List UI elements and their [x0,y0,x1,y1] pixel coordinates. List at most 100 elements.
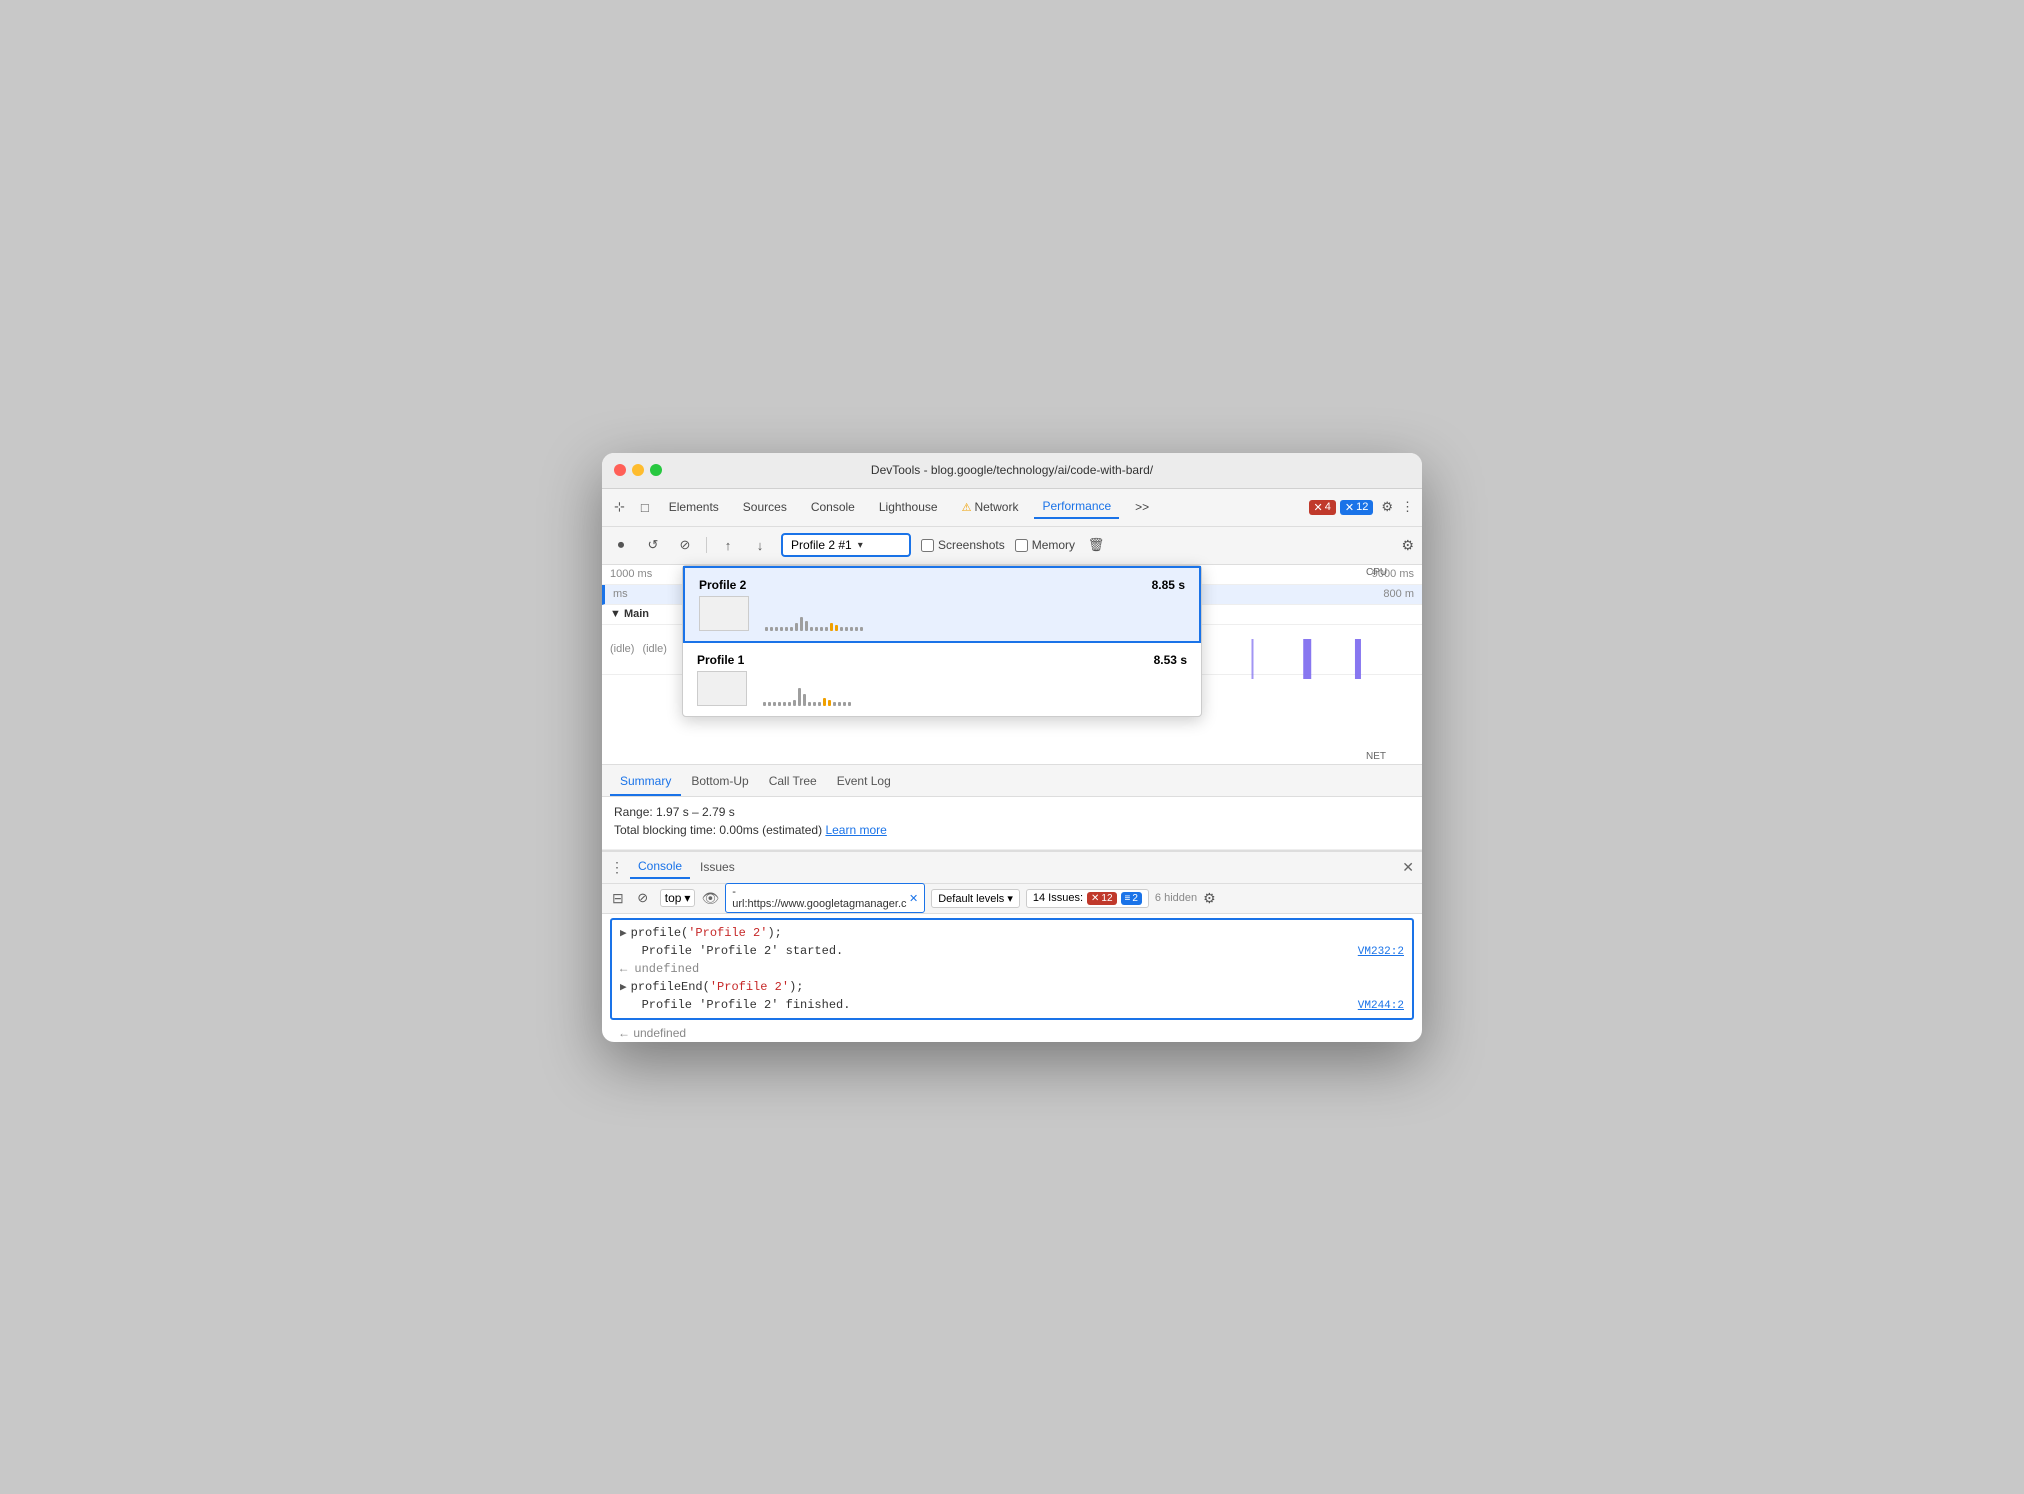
log-link-vm244[interactable]: VM244:2 [1358,1000,1404,1012]
console-tab-group: Console Issues [630,855,743,879]
clear-button[interactable]: ⊘ [674,534,696,556]
profile-1-name: Profile 1 [697,653,744,667]
tab-performance[interactable]: Performance [1034,495,1119,519]
tab-bottom-up[interactable]: Bottom-Up [681,768,758,796]
log-text-1b: ); [767,926,781,940]
spark-bar [810,627,813,631]
spark-bar [790,627,793,631]
profile-1-item[interactable]: Profile 1 8.53 s [683,643,1201,716]
ctab-console[interactable]: Console [630,855,690,879]
tab-event-log[interactable]: Event Log [827,768,901,796]
spark-bar [833,702,836,706]
tab-console[interactable]: Console [803,496,863,518]
spark-bar [813,702,816,706]
tab-more[interactable]: >> [1127,496,1157,518]
close-button[interactable] [614,464,626,476]
spark-bar [843,702,846,706]
filter-clear-button[interactable]: ⊘ [632,887,654,909]
device-button[interactable]: □ [637,498,653,517]
ctab-issues[interactable]: Issues [692,856,743,878]
screenshots-checkbox[interactable] [921,539,934,552]
warning-icon: ⚠ [962,501,972,514]
spark-bar [815,627,818,631]
profile-1-sparkline [763,671,1187,706]
traffic-lights [614,464,662,476]
spark-bar [805,621,808,631]
titlebar: DevTools - blog.google/technology/ai/cod… [602,453,1422,489]
idle-label-1: (idle) [610,643,634,655]
eye-button[interactable]: 👁 [701,890,719,907]
console-menu-button[interactable]: ⋮ [610,859,624,876]
perf-controls: ⏺ ↺ ⊘ ↑ ↓ Profile 2 #1 ▾ Screenshots Mem… [602,527,1422,565]
spark-bar [780,627,783,631]
inspect-button[interactable]: ⊹ [610,497,629,517]
tab-summary[interactable]: Summary [610,768,681,796]
tab-toolbar: ⊹ □ Elements Sources Console Lighthouse … [602,489,1422,527]
minimize-button[interactable] [632,464,644,476]
log-text-1a: profile( [631,926,689,940]
memory-checkbox[interactable] [1015,539,1028,552]
profile-2-item[interactable]: Profile 2 8.85 s [683,566,1201,643]
spark-bar [850,627,853,631]
sidebar-toggle-button[interactable]: ⊟ [610,890,626,907]
console-settings-button[interactable]: ⚙ [1203,890,1216,907]
tab-lighthouse[interactable]: Lighthouse [871,496,946,518]
tab-sources[interactable]: Sources [735,496,795,518]
spark-bar [848,702,851,706]
filter-clear-icon[interactable]: ✕ [909,892,918,905]
console-close-button[interactable]: ✕ [1402,859,1414,876]
profile-1-thumbnail [697,671,747,706]
capture-settings-button[interactable]: ⚙ [1401,537,1414,554]
log-line-1: ▶ profile('Profile 2'); [612,924,1412,942]
info-icon: ≡ [1125,893,1131,904]
spark-bar [845,627,848,631]
warn-count: 2 [1132,893,1138,904]
devtools-window: DevTools - blog.google/technology/ai/cod… [602,453,1422,1042]
spark-bar-gold [835,625,838,631]
reload-button[interactable]: ↺ [642,534,664,556]
upload-button[interactable]: ↑ [717,534,739,556]
hidden-count: 6 hidden [1155,892,1197,904]
maximize-button[interactable] [650,464,662,476]
spark-bar [825,627,828,631]
spark-bar-gold [830,623,833,631]
spark-bar [820,627,823,631]
tab-call-tree[interactable]: Call Tree [759,768,827,796]
log-line-4: ▶ profileEnd('Profile 2'); [612,978,1412,996]
profile-1-header: Profile 1 8.53 s [697,653,1187,667]
record-button[interactable]: ⏺ [610,534,632,556]
error-count-badge: ✕ 12 [1087,892,1117,905]
profile-dropdown-popup: Profile 2 8.85 s [682,565,1202,717]
settings-gear-button[interactable]: ⚙ [1381,499,1393,515]
log-profile2-string: 'Profile 2' [688,926,767,940]
delete-button[interactable]: 🗑 [1085,534,1107,556]
spark-bar [773,702,776,706]
tab-elements[interactable]: Elements [661,496,727,518]
error-count: 4 [1325,501,1331,513]
warning-x-icon: ✕ [1345,501,1354,514]
console-log: ▶ profile('Profile 2'); Profile 'Profile… [610,918,1414,1020]
log-profile2-string-2: 'Profile 2' [710,980,789,994]
download-button[interactable]: ↓ [749,534,771,556]
profile-1-preview [697,671,1187,706]
default-levels-button[interactable]: Default levels ▾ [931,889,1020,908]
filter-input-value: -url:https://www.googletagmanager.c [732,886,909,910]
spark-bar [803,694,806,706]
spark-bar [778,702,781,706]
badge-group: ✕ 4 ✕ 12 [1309,500,1374,515]
window-title: DevTools - blog.google/technology/ai/cod… [871,463,1153,477]
spark-bar [838,702,841,706]
learn-more-link[interactable]: Learn more [825,823,886,837]
spark-bar [795,623,798,631]
issues-badge: 14 Issues: ✕ 12 ≡ 2 [1026,889,1149,908]
profile-dropdown[interactable]: Profile 2 #1 ▾ [781,533,911,557]
tab-network[interactable]: ⚠ Network [954,496,1027,518]
log-link-vm232[interactable]: VM232:2 [1358,946,1404,958]
console-area: ⋮ Console Issues ✕ ⊟ ⊘ top ▾ 👁 -url:http… [602,850,1422,1042]
more-options-button[interactable]: ⋮ [1401,499,1414,515]
filter-input[interactable]: -url:https://www.googletagmanager.c ✕ [725,883,925,913]
top-context-dropdown[interactable]: top ▾ [660,889,696,907]
profile-2-preview [699,596,1185,631]
subtick-ms: ms [613,588,628,600]
tick-1000: 1000 ms [610,568,652,580]
